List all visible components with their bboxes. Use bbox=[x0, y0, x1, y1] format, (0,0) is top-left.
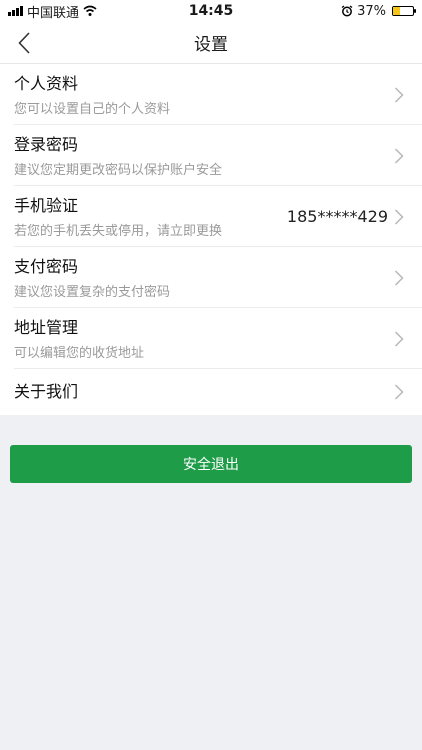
item-subtitle: 若您的手机丢失或停用，请立即更换 bbox=[14, 223, 223, 239]
status-left: 中国联通 bbox=[8, 2, 128, 21]
settings-item-profile[interactable]: 个人资料 您可以设置自己的个人资料 bbox=[0, 64, 422, 125]
status-time: 14:45 bbox=[188, 3, 234, 19]
item-subtitle: 您可以设置自己的个人资料 bbox=[14, 101, 171, 117]
item-title: 支付密码 bbox=[14, 256, 79, 276]
settings-item-payment-password[interactable]: 支付密码 建议您设置复杂的支付密码 bbox=[0, 247, 422, 308]
settings-item-address[interactable]: 地址管理 可以编辑您的收货地址 bbox=[0, 308, 422, 369]
signal-icon bbox=[8, 6, 23, 16]
nav-bar: 设置 bbox=[0, 22, 422, 64]
item-subtitle: 可以编辑您的收货地址 bbox=[14, 345, 145, 361]
item-title: 手机验证 bbox=[14, 195, 79, 215]
chevron-right-icon bbox=[394, 269, 404, 286]
battery-percent: 37% bbox=[357, 3, 386, 19]
item-title: 关于我们 bbox=[14, 382, 79, 401]
phone-number: 185*****429 bbox=[286, 207, 388, 226]
battery-level bbox=[392, 7, 401, 15]
chevron-right-icon bbox=[394, 330, 404, 347]
item-subtitle: 建议您定期更改密码以保护账户安全 bbox=[14, 162, 223, 178]
status-bar: 中国联通 14:45 37% bbox=[0, 0, 422, 22]
carrier-name: 中国联通 bbox=[27, 5, 80, 21]
back-button[interactable] bbox=[6, 22, 42, 64]
chevron-right-icon bbox=[394, 86, 404, 103]
item-title: 登录密码 bbox=[14, 134, 79, 154]
status-right: 37% bbox=[294, 3, 416, 19]
chevron-left-icon bbox=[18, 32, 30, 54]
logout-button[interactable]: 安全退出 bbox=[10, 445, 412, 483]
settings-list: 个人资料 您可以设置自己的个人资料 登录密码 建议您定期更改密码以保护账户安全 … bbox=[0, 64, 422, 415]
item-subtitle: 建议您设置复杂的支付密码 bbox=[14, 284, 171, 300]
settings-item-login-password[interactable]: 登录密码 建议您定期更改密码以保护账户安全 bbox=[0, 125, 422, 186]
page-title: 设置 bbox=[194, 35, 228, 55]
chevron-right-icon bbox=[394, 147, 404, 164]
item-title: 个人资料 bbox=[14, 73, 79, 93]
chevron-right-icon bbox=[394, 208, 404, 225]
settings-item-about[interactable]: 关于我们 bbox=[0, 369, 422, 415]
settings-item-phone-verify[interactable]: 手机验证 若您的手机丢失或停用，请立即更换 185*****429 bbox=[0, 186, 422, 247]
logout-area: 安全退出 bbox=[0, 445, 422, 483]
battery-icon bbox=[391, 6, 416, 16]
alarm-icon bbox=[341, 5, 353, 17]
item-title: 地址管理 bbox=[14, 317, 79, 337]
chevron-right-icon bbox=[394, 384, 404, 400]
wifi-icon bbox=[83, 5, 97, 16]
